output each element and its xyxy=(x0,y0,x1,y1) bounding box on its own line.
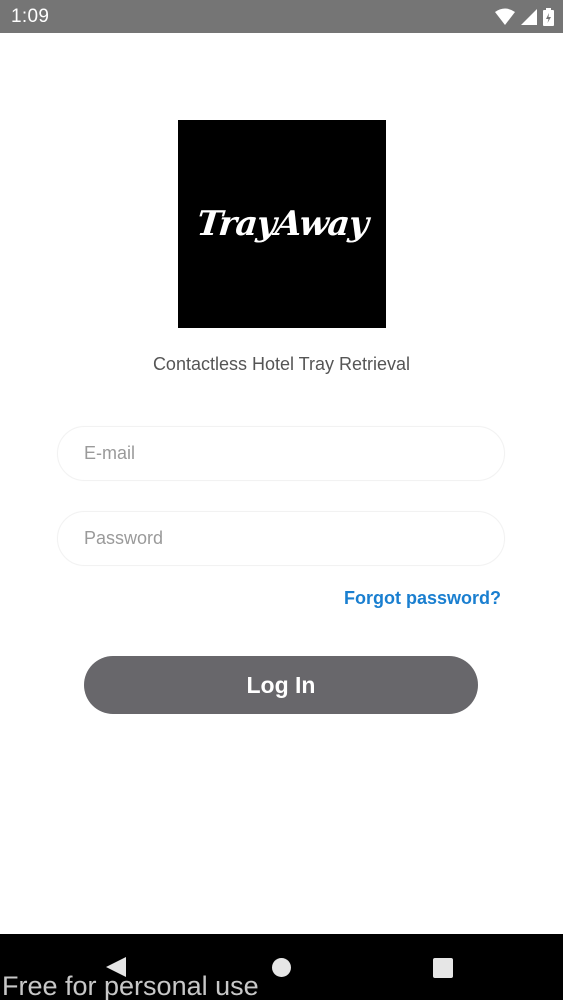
wifi-icon xyxy=(495,8,515,26)
tagline: Contactless Hotel Tray Retrieval xyxy=(152,354,411,374)
trayaway-logo: TrayAway xyxy=(178,120,386,328)
recents-icon[interactable] xyxy=(433,958,453,978)
password-field[interactable] xyxy=(58,512,504,565)
email-field-container xyxy=(57,426,505,481)
forgot-password-link[interactable]: Forgot password? xyxy=(344,586,501,610)
login-button[interactable]: Log In xyxy=(84,656,478,714)
status-bar: 1:09 xyxy=(0,0,563,33)
logo-text: TrayAway xyxy=(194,204,370,244)
cellular-signal-icon xyxy=(521,8,537,26)
email-field[interactable] xyxy=(58,427,504,480)
watermark-text: Free for personal use xyxy=(2,971,259,1001)
home-icon[interactable] xyxy=(272,958,291,977)
status-time: 1:09 xyxy=(11,6,50,27)
status-icons xyxy=(495,7,554,27)
password-field-container xyxy=(57,511,505,566)
battery-icon xyxy=(543,8,554,26)
